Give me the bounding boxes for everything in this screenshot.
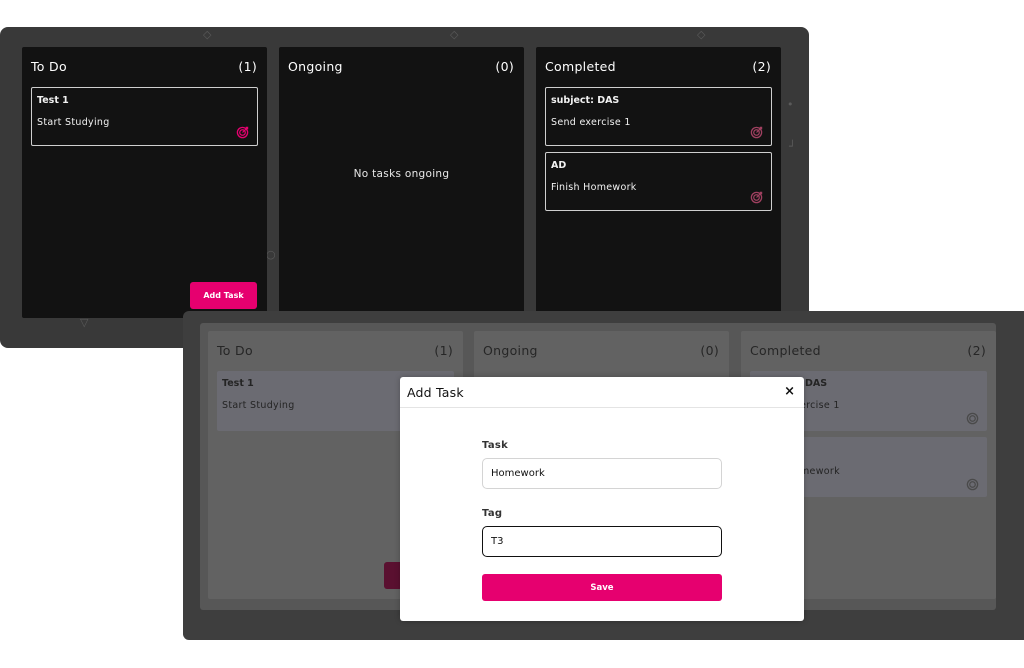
- card-task: Start Studying: [222, 400, 295, 411]
- close-icon[interactable]: ×: [784, 384, 795, 399]
- column-count: (2): [967, 343, 986, 358]
- card-tag: subject: DAS: [551, 95, 620, 106]
- empty-message: No tasks ongoing: [353, 168, 450, 180]
- column-count: (0): [700, 343, 719, 358]
- tag-input[interactable]: [482, 526, 722, 557]
- card-tag: Test 1: [37, 95, 69, 106]
- diamond-decoration: ◇: [450, 28, 459, 41]
- diamond-decoration: ◇: [697, 28, 706, 41]
- column-count: (1): [238, 59, 257, 74]
- column-header: To Do (1): [217, 343, 453, 358]
- task-card[interactable]: Test 1 Start Studying: [31, 87, 258, 146]
- column-title: Ongoing: [288, 59, 343, 74]
- column-count: (1): [434, 343, 453, 358]
- tag-label: Tag: [482, 508, 503, 519]
- modal-header: Add Task ×: [400, 377, 804, 408]
- column-title: To Do: [31, 59, 67, 74]
- modal-title: Add Task: [407, 385, 464, 400]
- target-icon[interactable]: [236, 126, 249, 139]
- target-icon: [966, 412, 979, 425]
- task-label: Task: [482, 440, 509, 451]
- board-screenshot-dark: ◇ ◇ ◇ ▽ ○ • ┘ To Do (1) Test 1 Start Stu…: [0, 27, 809, 348]
- column-header: To Do (1): [31, 59, 257, 74]
- column-ongoing: Ongoing (0) No tasks ongoing: [279, 47, 524, 318]
- column-title: Completed: [750, 343, 821, 358]
- column-completed: Completed (2) subject: DAS Send exercise…: [536, 47, 781, 318]
- column-header: Ongoing (0): [288, 59, 514, 74]
- column-header: Completed (2): [750, 343, 986, 358]
- task-input[interactable]: [482, 458, 722, 489]
- column-todo: To Do (1) Test 1 Start Studying Add Task: [22, 47, 267, 318]
- stage: ◇ ◇ ◇ ▽ ○ • ┘ To Do (1) Test 1 Start Stu…: [0, 0, 1024, 668]
- board-screenshot-modal: To Do (1) Test 1 Start Studying Ongoing …: [183, 311, 1024, 640]
- card-task: Finish Homework: [551, 182, 637, 193]
- column-count: (2): [752, 59, 771, 74]
- triangle-decoration: ▽: [80, 316, 89, 329]
- column-title: Ongoing: [483, 343, 538, 358]
- target-icon[interactable]: [750, 126, 763, 139]
- add-task-modal: Add Task × Task Tag Save: [400, 377, 804, 621]
- card-task: Start Studying: [37, 117, 110, 128]
- diamond-decoration: ◇: [203, 28, 212, 41]
- target-icon[interactable]: [750, 191, 763, 204]
- target-icon: [966, 478, 979, 491]
- task-card[interactable]: subject: DAS Send exercise 1: [545, 87, 772, 146]
- task-card[interactable]: AD Finish Homework: [545, 152, 772, 211]
- add-task-button[interactable]: Add Task: [190, 282, 257, 309]
- column-count: (0): [495, 59, 514, 74]
- circle-decoration: ○: [266, 248, 276, 261]
- column-title: Completed: [545, 59, 616, 74]
- column-title: To Do: [217, 343, 253, 358]
- card-task: Send exercise 1: [551, 117, 631, 128]
- dot-decoration: •: [787, 98, 794, 111]
- card-tag: AD: [551, 160, 567, 171]
- corner-decoration: ┘: [789, 140, 796, 153]
- column-header: Completed (2): [545, 59, 771, 74]
- card-tag: DAS: [805, 378, 828, 389]
- column-header: Ongoing (0): [483, 343, 719, 358]
- save-button[interactable]: Save: [482, 574, 722, 601]
- card-tag: Test 1: [222, 378, 254, 389]
- card-task: ercise 1: [800, 400, 840, 411]
- card-task: mework: [800, 466, 840, 477]
